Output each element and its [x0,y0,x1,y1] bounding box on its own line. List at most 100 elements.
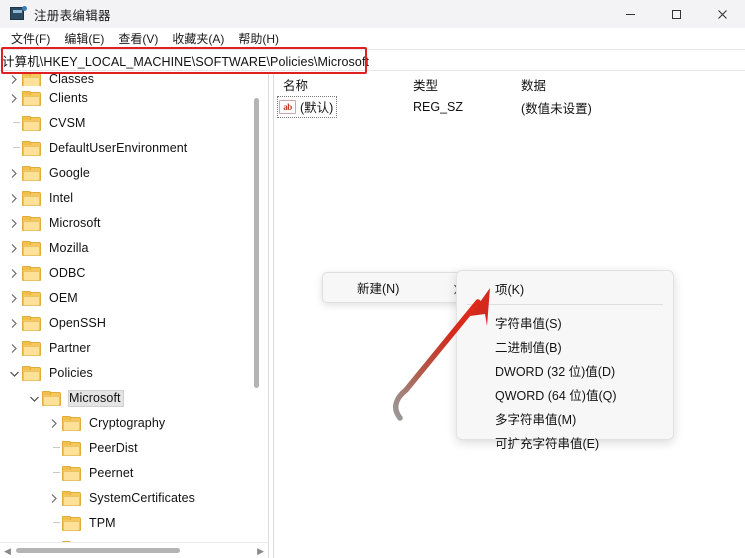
tree-item-label: TPM [89,516,116,530]
context-menu-new[interactable]: 新建(N) [322,272,474,303]
context-submenu-new-types: 项(K) 字符串值(S) 二进制值(B) DWORD (32 位)值(D) QWORD … [456,270,674,451]
chevron-right-icon[interactable] [46,411,62,436]
scroll-left-icon[interactable]: ◀ [4,546,11,557]
tree-item-partner[interactable]: Partner [0,336,252,361]
column-header-name[interactable]: 名称 [275,72,405,94]
folder-icon [22,341,41,356]
address-bar[interactable]: 计算机\HKEY_LOCAL_MACHINE\SOFTWARE\Policies… [0,49,745,71]
folder-icon [22,141,41,156]
context-menu-item[interactable]: 二进制值(B) [457,334,673,358]
tree-item-systemcertificates[interactable]: SystemCertificates [0,486,252,511]
chevron-right-icon[interactable] [6,161,22,186]
folder-icon [22,266,41,281]
folder-icon [22,72,41,86]
tree-item-cvsm[interactable]: CVSM [0,111,252,136]
tree-leaf-line [46,511,62,536]
column-header-data[interactable]: 数据 [513,72,733,94]
pane-splitter[interactable] [268,72,274,558]
chevron-right-icon[interactable] [6,186,22,211]
window-title: 注册表编辑器 [34,8,111,23]
context-menu-item[interactable]: 项(K) [457,276,673,300]
tree-item-openssh[interactable]: OpenSSH [0,311,252,336]
tree-item-label: CVSM [49,116,86,130]
tree-vertical-scrollbar[interactable] [251,72,262,527]
tree-item-oem[interactable]: OEM [0,286,252,311]
chevron-down-icon[interactable] [6,361,22,386]
menu-item-2[interactable]: 编辑(E) [57,28,111,49]
context-menu-item[interactable]: 多字符串值(M) [457,406,673,430]
chevron-right-icon[interactable] [6,72,22,86]
address-input[interactable]: 计算机\HKEY_LOCAL_MACHINE\SOFTWARE\Policies… [0,51,369,70]
folder-icon [22,91,41,106]
tree-item-odbc[interactable]: ODBC [0,261,252,286]
menu-item-1[interactable]: 文件(F) [4,28,57,49]
tree-hscroll-thumb[interactable] [16,548,180,553]
menu-separator [467,304,663,305]
tree-item-tpm[interactable]: TPM [0,511,252,536]
tree-item-label: OpenSSH [49,316,106,330]
chevron-right-icon[interactable] [6,211,22,236]
registry-tree-pane: Classes Clients CVSM DefaultUserEnvironment… [0,72,268,558]
context-menu-item[interactable]: QWORD (64 位)值(Q) [457,382,673,406]
menu-item-5[interactable]: 帮助(H) [231,28,286,49]
menu-item-3[interactable]: 查看(V) [111,28,165,49]
chevron-right-icon[interactable] [6,311,22,336]
menu-bar: 文件(F) 编辑(E) 查看(V) 收藏夹(A) 帮助(H) [0,28,745,48]
tree-item-label: DefaultUserEnvironment [49,141,188,155]
chevron-right-icon[interactable] [6,336,22,361]
maximize-button[interactable] [653,0,699,28]
tree-item-classes[interactable]: Classes [0,72,252,86]
tree-item-clients[interactable]: Clients [0,86,252,111]
scroll-right-icon[interactable]: ▶ [257,546,264,557]
registry-editor-icon [10,6,27,22]
tree-item-microsoft[interactable]: Microsoft [0,211,252,236]
title-bar: 注册表编辑器 [0,0,745,28]
chevron-right-icon[interactable] [6,86,22,111]
chevron-right-icon[interactable] [46,486,62,511]
cell-name[interactable]: ab (默认) [275,96,405,118]
column-header-type[interactable]: 类型 [405,72,513,94]
tree-item-label: Intel [49,191,74,205]
tree-item-intel[interactable]: Intel [0,186,252,211]
registry-value-rows: ab (默认) REG_SZ (数值未设置) [275,96,745,118]
close-button[interactable] [699,0,745,28]
cell-data: (数值未设置) [521,101,592,116]
folder-icon [22,366,41,381]
chevron-right-icon[interactable] [6,286,22,311]
tree-item-mozilla[interactable]: Mozilla [0,236,252,261]
list-column-headers: 名称 类型 数据 [275,72,745,94]
tree-item-microsoft[interactable]: Microsoft [0,386,252,411]
folder-icon [62,466,81,481]
context-menu-item[interactable]: 可扩充字符串值(E) [457,430,673,454]
tree-item-label: PeerDist [89,441,138,455]
tree-item-peerdist[interactable]: PeerDist [0,436,252,461]
minimize-button[interactable] [607,0,653,28]
folder-icon [22,166,41,181]
context-menu-new-label: 新建(N) [357,282,400,296]
tree-item-google[interactable]: Google [0,161,252,186]
context-menu-item[interactable]: 字符串值(S) [457,310,673,334]
tree-leaf-line [6,111,22,136]
tree-item-defaultuserenvironment[interactable]: DefaultUserEnvironment [0,136,252,161]
chevron-right-icon[interactable] [6,236,22,261]
tree-item-label: Clients [49,91,88,105]
registry-editor-window: 注册表编辑器 文件(F) 编辑(E) 查看(V) 收藏夹(A) 帮助(H) 计算机\HK… [0,0,745,558]
tree-vscroll-thumb[interactable] [254,98,259,388]
tree-leaf-line [46,436,62,461]
table-row[interactable]: ab (默认) REG_SZ (数值未设置) [275,96,745,118]
tree-item-label: Cryptography [89,416,166,430]
menu-item-4[interactable]: 收藏夹(A) [165,28,231,49]
tree-item-label: OEM [49,291,78,305]
folder-icon [42,391,61,406]
chevron-right-icon[interactable] [6,261,22,286]
chevron-down-icon[interactable] [26,386,42,411]
tree-item-peernet[interactable]: Peernet [0,461,252,486]
cell-type: REG_SZ [413,100,464,114]
window-controls [607,0,745,28]
focused-name-cell[interactable]: ab (默认) [277,96,338,118]
tree-item-cryptography[interactable]: Cryptography [0,411,252,436]
tree-horizontal-scrollbar[interactable]: ◀ ▶ [0,542,268,558]
context-menu-item[interactable]: DWORD (32 位)值(D) [457,358,673,382]
tree-item-policies[interactable]: Policies [0,361,252,386]
tree-item-label: Google [49,166,90,180]
